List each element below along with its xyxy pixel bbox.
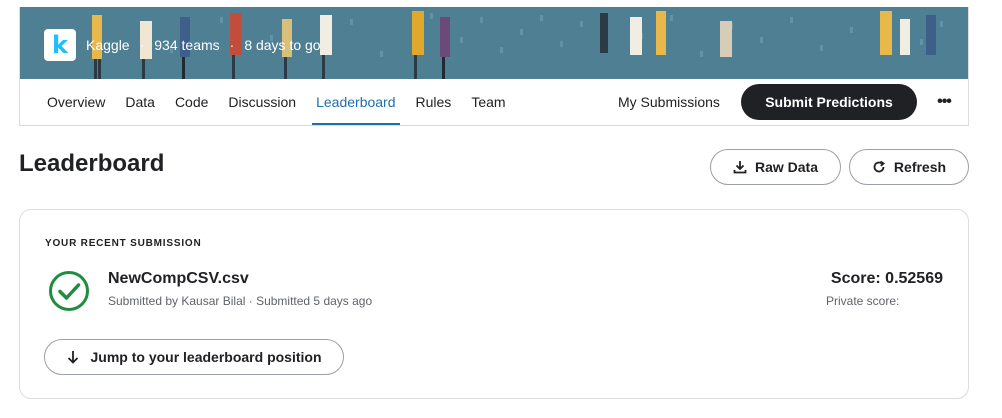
team-count: 934 teams <box>154 37 220 53</box>
my-submissions-link[interactable]: My Submissions <box>618 79 720 125</box>
recent-submission-heading: YOUR RECENT SUBMISSION <box>45 238 202 249</box>
tab-team[interactable]: Team <box>471 79 505 125</box>
public-score: Score: 0.52569 <box>830 270 943 287</box>
submit-predictions-button[interactable]: Submit Predictions <box>741 84 917 120</box>
private-score: Private score: <box>826 294 900 308</box>
raw-data-label: Raw Data <box>754 159 819 175</box>
brand-name[interactable]: Kaggle <box>86 37 130 53</box>
competition-meta: k Kaggle · 934 teams · 8 days to go <box>44 29 321 61</box>
kaggle-logo-letter: k <box>52 31 68 59</box>
tab-leaderboard[interactable]: Leaderboard <box>312 79 400 125</box>
raw-data-button[interactable]: Raw Data <box>710 149 841 185</box>
meta-separator: · <box>139 37 145 53</box>
kaggle-logo[interactable]: k <box>44 29 76 61</box>
tab-overview[interactable]: Overview <box>47 79 105 125</box>
submission-meta: Submitted by Kausar Bilal · Submitted 5 … <box>108 294 373 308</box>
refresh-icon <box>873 160 885 173</box>
tab-data[interactable]: Data <box>125 79 155 125</box>
jump-to-position-button[interactable]: Jump to your leaderboard position <box>44 339 344 375</box>
submission-file-name[interactable]: NewCompCSV.csv <box>108 270 249 288</box>
competition-header: k Kaggle · 934 teams · 8 days to go Over… <box>19 7 969 126</box>
recent-submission-card: YOUR RECENT SUBMISSION NewCompCSV.csv Su… <box>19 209 969 399</box>
meta-separator: · <box>229 37 235 53</box>
competition-banner: k Kaggle · 934 teams · 8 days to go <box>20 7 968 79</box>
refresh-button[interactable]: Refresh <box>849 149 969 185</box>
time-remaining: 8 days to go <box>244 37 321 53</box>
arrow-down-icon <box>68 351 79 364</box>
check-circle-icon <box>49 271 89 311</box>
download-icon <box>733 161 747 174</box>
refresh-label: Refresh <box>893 159 947 175</box>
jump-button-label: Jump to your leaderboard position <box>90 349 322 365</box>
more-options-icon[interactable]: ••• <box>932 89 956 115</box>
page-title: Leaderboard <box>19 150 165 177</box>
tab-discussion[interactable]: Discussion <box>228 79 296 125</box>
tab-code[interactable]: Code <box>175 79 208 125</box>
tab-rules[interactable]: Rules <box>416 79 452 125</box>
